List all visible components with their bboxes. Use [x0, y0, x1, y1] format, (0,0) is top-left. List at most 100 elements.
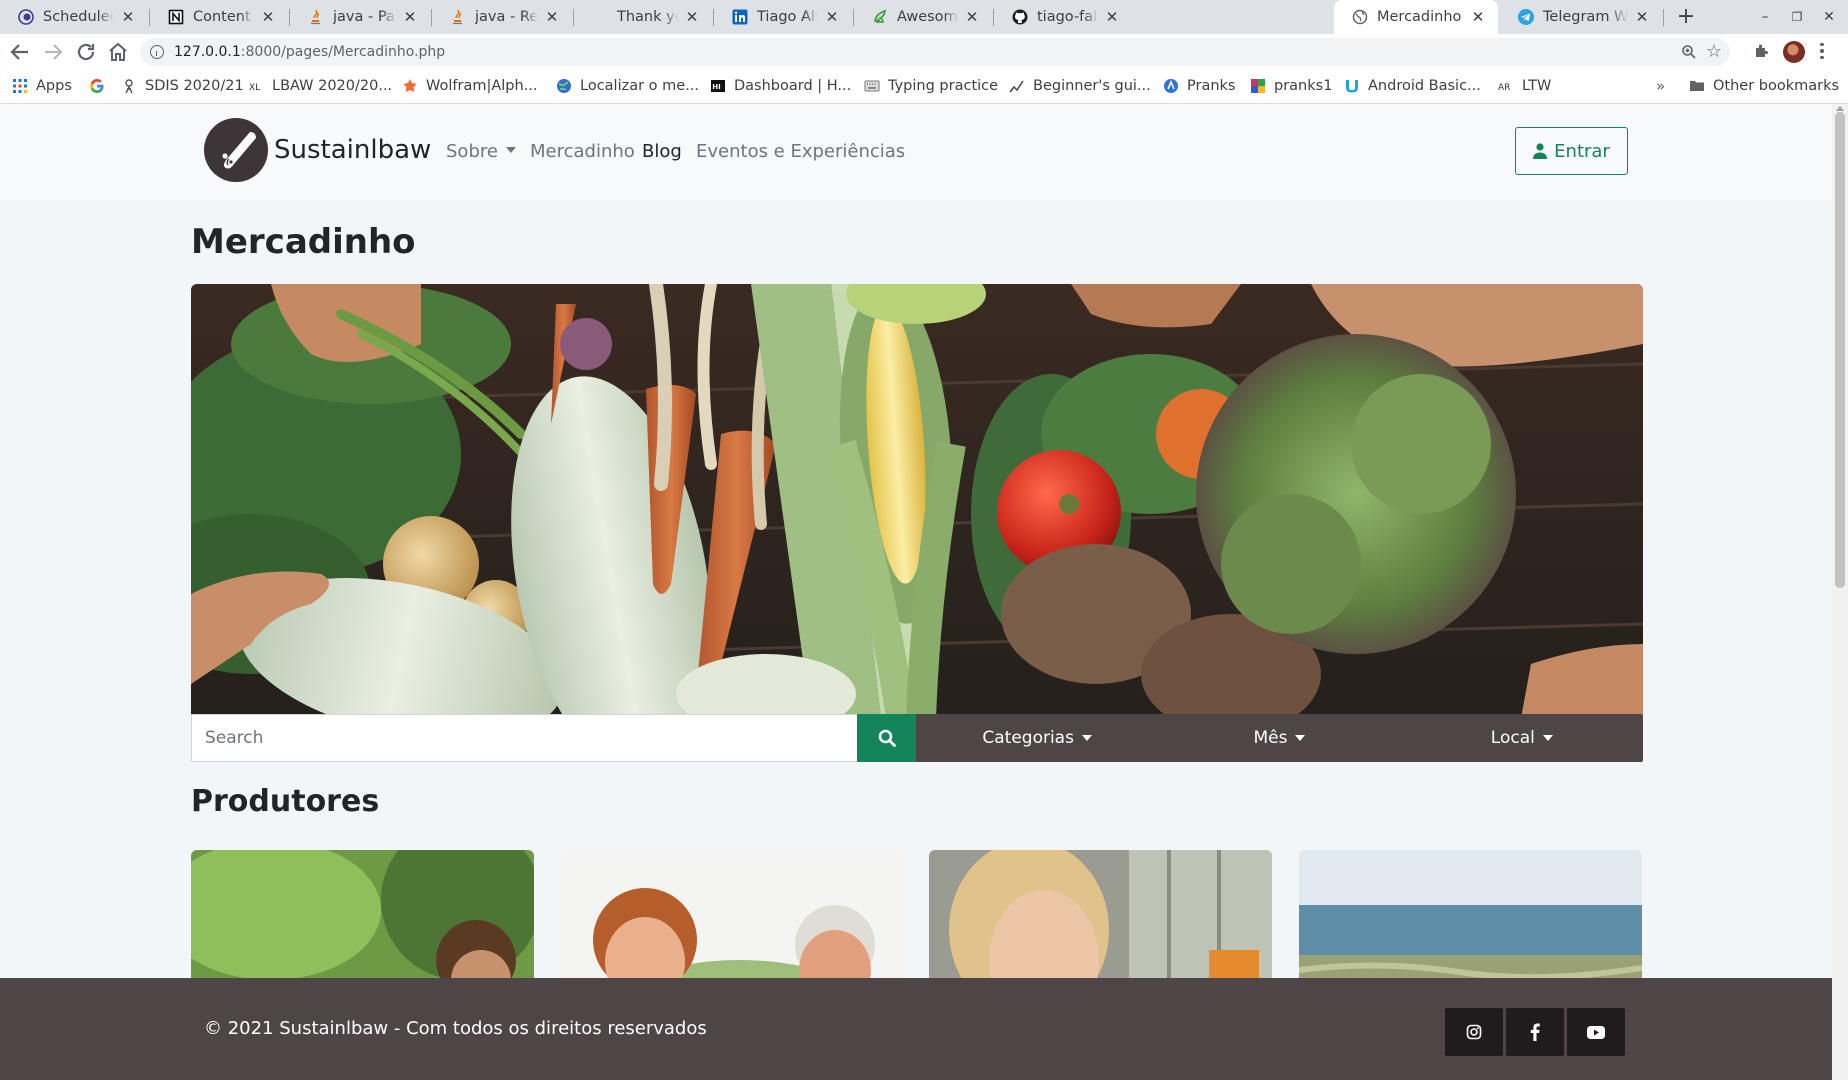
dashboard-icon: HI [711, 80, 725, 92]
filter-categorias-dropdown[interactable]: Categorias [916, 714, 1158, 762]
minimize-button[interactable]: – [1752, 0, 1778, 34]
home-icon[interactable] [106, 40, 130, 64]
browser-tab[interactable]: Awesome CV C ✕ [854, 0, 992, 34]
address-bar[interactable]: 127.0.0.1:8000/pages/Mercadinho.php ☆ [140, 38, 1730, 66]
wolfram-icon [403, 79, 417, 92]
search-button[interactable] [857, 714, 916, 762]
browser-tab[interactable]: tiago-falves (Ti ✕ [994, 0, 1132, 34]
forward-arrow-icon[interactable] [41, 40, 65, 64]
ar-icon: AR [1498, 83, 1510, 93]
browser-tab[interactable]: java - Package e ✕ [290, 0, 430, 34]
page-scrollbar[interactable] [1832, 104, 1848, 1080]
bookmark-localizar[interactable]: Localizar o me... [556, 70, 699, 102]
browser-tab-active[interactable]: Mercadinho ✕ [1334, 0, 1498, 34]
svg-text:XL: XL [249, 83, 260, 93]
brand-name: Sustainlbaw [274, 135, 432, 165]
tab-close-icon[interactable]: ✕ [118, 8, 138, 26]
java-icon [311, 9, 320, 25]
keyboard-icon [864, 80, 880, 92]
site-navbar: Sustainlbaw Sobre Mercadinho Blog Evento… [0, 104, 1832, 200]
search-input[interactable] [191, 714, 857, 762]
browser-tab[interactable]: Tiago Alves | Li ✕ [714, 0, 852, 34]
browser-tab[interactable]: java - Registeri ✕ [432, 0, 572, 34]
overleaf-icon [874, 9, 887, 23]
tab-close-icon[interactable]: ✕ [258, 8, 278, 26]
tab-close-icon[interactable]: ✕ [1468, 8, 1488, 26]
nav-link-blog[interactable]: Blog [642, 104, 682, 200]
reload-icon[interactable] [74, 40, 98, 64]
udacity-icon [1346, 80, 1358, 93]
folder-icon [1690, 81, 1704, 91]
bookmark-wolfram[interactable]: Wolfram|Alph... [402, 70, 538, 102]
new-tab-button[interactable]: + [1674, 0, 1698, 34]
filter-local-dropdown[interactable]: Local [1401, 714, 1643, 762]
globe-icon [557, 79, 571, 93]
bookmark-lbaw[interactable]: XL LBAW 2020/20... [248, 70, 392, 102]
browser-tab[interactable]: Thank you for c ✕ [574, 0, 712, 34]
browser-tab[interactable]: ScheduledThre ✕ [0, 0, 148, 34]
login-button[interactable]: Entrar [1515, 127, 1628, 175]
bookmark-pranks1[interactable]: pranks1 [1250, 70, 1332, 102]
chevron-down-icon [505, 147, 516, 153]
bookmark-android-basics[interactable]: Android Basic... [1344, 70, 1481, 102]
tab-close-icon[interactable]: ✕ [400, 8, 420, 26]
bookmark-apps[interactable]: Apps [12, 70, 72, 102]
bookmark-pranks[interactable]: Pranks [1163, 70, 1235, 102]
brand-link[interactable]: Sustainlbaw [204, 118, 431, 182]
filter-dropdowns: Categorias Mês Local [916, 714, 1643, 762]
browser-toolbar: 127.0.0.1:8000/pages/Mercadinho.php ☆ [0, 34, 1848, 70]
back-arrow-icon[interactable] [8, 40, 32, 64]
blank-icon [592, 9, 608, 25]
tab-close-icon[interactable]: ✕ [1102, 8, 1122, 26]
tab-close-icon[interactable]: ✕ [542, 8, 562, 26]
extensions-puzzle-icon[interactable] [1754, 43, 1770, 59]
youtube-button[interactable] [1567, 1008, 1625, 1056]
zoom-icon[interactable] [1681, 44, 1697, 60]
filter-mes-dropdown[interactable]: Mês [1158, 714, 1400, 762]
bookmarks-overflow-button[interactable]: » [1656, 70, 1665, 102]
browser-tab-strip: ScheduledThre ✕ Content roots - ✕ java -… [0, 0, 1848, 34]
browser-tab[interactable]: Telegram Web ✕ [1500, 0, 1662, 34]
globe-icon [1352, 9, 1368, 25]
vegetables-illustration [191, 284, 1643, 718]
bookmark-typing[interactable]: Typing practice [864, 70, 998, 102]
instagram-button[interactable] [1445, 1008, 1503, 1056]
url-text[interactable]: 127.0.0.1:8000/pages/Mercadinho.php [174, 38, 445, 66]
nav-link-eventos[interactable]: Eventos e Experiências [696, 104, 905, 200]
scrollbar-thumb[interactable] [1835, 112, 1845, 588]
svg-text:HI: HI [712, 83, 720, 91]
lbaw-icon: XL [249, 83, 260, 93]
hero-vegetables-image [191, 284, 1643, 718]
maximize-button[interactable]: ❐ [1784, 0, 1810, 34]
chevron-down-icon [1081, 735, 1092, 741]
tab-close-icon[interactable]: ✕ [1632, 8, 1652, 26]
scroll-up-arrow-icon[interactable] [1836, 106, 1844, 111]
site-footer: © 2021 Sustainlbaw - Com todos os direit… [0, 978, 1832, 1080]
bookmark-ltw[interactable]: AR LTW [1498, 70, 1551, 102]
bookmark-sdis[interactable]: SDIS 2020/21 [121, 70, 244, 102]
bookmark-beginners-guide[interactable]: Beginner's gui... [1009, 70, 1151, 102]
bookmark-star-icon[interactable]: ☆ [1706, 41, 1722, 63]
facebook-button[interactable] [1506, 1008, 1564, 1056]
tab-close-icon[interactable]: ✕ [822, 8, 842, 26]
browser-menu-icon[interactable] [1819, 41, 1825, 61]
tab-close-icon[interactable]: ✕ [962, 8, 982, 26]
close-window-button[interactable]: ✕ [1816, 0, 1842, 34]
user-icon [1533, 143, 1548, 159]
nav-link-mercadinho[interactable]: Mercadinho [530, 104, 635, 200]
instagram-icon [1466, 1024, 1482, 1040]
bookmark-google[interactable] [89, 70, 113, 102]
browser-tab[interactable]: Content roots - ✕ [150, 0, 288, 34]
java-icon [453, 9, 462, 25]
tab-close-icon[interactable]: ✕ [682, 8, 702, 26]
github-icon [1012, 9, 1028, 25]
copyright-text: © 2021 Sustainlbaw - Com todos os direit… [204, 1018, 707, 1039]
profile-avatar[interactable] [1783, 41, 1805, 63]
notion-icon [168, 9, 184, 25]
nav-link-sobre[interactable]: Sobre [446, 104, 516, 200]
apps-grid-icon [13, 79, 27, 93]
bookmark-dashboard[interactable]: HI Dashboard | H... [710, 70, 851, 102]
facebook-icon [1530, 1023, 1540, 1041]
other-bookmarks[interactable]: Other bookmarks [1689, 70, 1839, 102]
site-info-icon[interactable] [150, 45, 164, 59]
